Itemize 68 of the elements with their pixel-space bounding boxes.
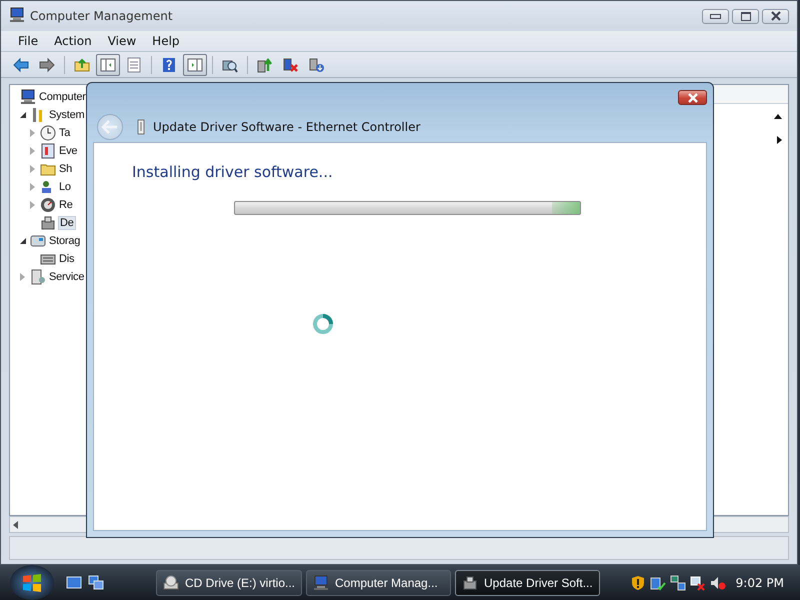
minimize-button[interactable] — [702, 8, 729, 24]
gauge-icon — [40, 197, 56, 213]
device-icon — [462, 574, 478, 590]
cd-drive-icon — [163, 574, 179, 590]
start-button[interactable] — [10, 565, 54, 600]
tree-item[interactable]: Computer — [38, 91, 87, 103]
action-pane-icon — [187, 56, 203, 72]
computer-icon — [313, 574, 330, 590]
folder-up-icon — [74, 56, 90, 72]
update-driver-icon — [257, 56, 273, 72]
network-disconnected-icon[interactable] — [690, 574, 706, 590]
tree-pane-button[interactable] — [96, 54, 120, 76]
scroll-left-icon[interactable] — [13, 520, 18, 528]
menu-item[interactable]: View — [100, 33, 144, 49]
maximize-button[interactable] — [732, 8, 759, 24]
muted-speaker-icon[interactable] — [710, 574, 726, 590]
clock[interactable]: 9:02 PM — [736, 576, 784, 590]
computer-icon — [9, 6, 25, 22]
busy-spinner-icon — [312, 313, 334, 335]
tree-item[interactable]: Lo — [58, 181, 72, 193]
tree-item[interactable]: Storag — [48, 235, 82, 247]
tree-pane-icon — [100, 56, 116, 72]
windows-icon — [88, 574, 104, 590]
back-arrow-icon — [101, 120, 119, 134]
tree-item[interactable]: Service — [48, 271, 86, 283]
collapse-icon[interactable] — [774, 114, 782, 118]
windows-update-icon[interactable] — [650, 574, 666, 590]
computer-icon — [20, 89, 36, 105]
close-icon — [686, 92, 700, 102]
device-icon — [137, 119, 145, 135]
help-icon — [161, 56, 177, 72]
device-icon — [40, 215, 56, 231]
taskbar-button[interactable]: Computer Manag... — [306, 570, 452, 596]
tree-item[interactable]: Eve — [58, 145, 78, 157]
tree-item[interactable]: Re — [58, 199, 74, 211]
show-desktop-button[interactable] — [66, 574, 82, 590]
taskbar-button[interactable]: Update Driver Soft... — [455, 570, 600, 596]
window-title: Computer Management — [30, 9, 173, 23]
uninstall-icon — [283, 56, 299, 72]
close-icon — [770, 11, 782, 21]
tree-item[interactable]: System — [48, 109, 86, 121]
storage-icon — [30, 233, 46, 249]
collapse-icon[interactable] — [20, 112, 26, 118]
menu-item[interactable]: File — [11, 33, 46, 49]
list-icon — [126, 56, 142, 72]
close-button[interactable] — [762, 8, 789, 24]
dialog-title: Update Driver Software - Ethernet Controller — [153, 120, 420, 134]
services-icon — [30, 269, 46, 285]
desktop-icon — [66, 574, 82, 590]
disable-icon — [309, 56, 325, 72]
tree-item[interactable]: Ta — [58, 127, 72, 139]
shield-icon[interactable] — [630, 574, 646, 590]
tree-item[interactable]: Dis — [58, 253, 76, 265]
start-icon — [21, 572, 43, 594]
tree-item[interactable]: De — [58, 216, 76, 230]
expand-icon[interactable] — [777, 136, 782, 144]
clock-icon — [40, 125, 56, 141]
dialog-heading: Installing driver software... — [132, 163, 334, 181]
close-button[interactable] — [678, 90, 707, 105]
action-pane-button[interactable] — [183, 54, 207, 76]
taskbar-button[interactable]: CD Drive (E:) virtio... — [156, 570, 302, 596]
tree-item[interactable]: Sh — [58, 163, 74, 175]
menu-item[interactable]: Help — [145, 33, 187, 49]
forward-arrow-icon — [39, 56, 55, 72]
network-icon[interactable] — [670, 574, 686, 590]
switch-windows-button[interactable] — [88, 574, 104, 590]
menu-item[interactable]: Action — [47, 33, 99, 49]
back-arrow-icon — [13, 56, 29, 72]
